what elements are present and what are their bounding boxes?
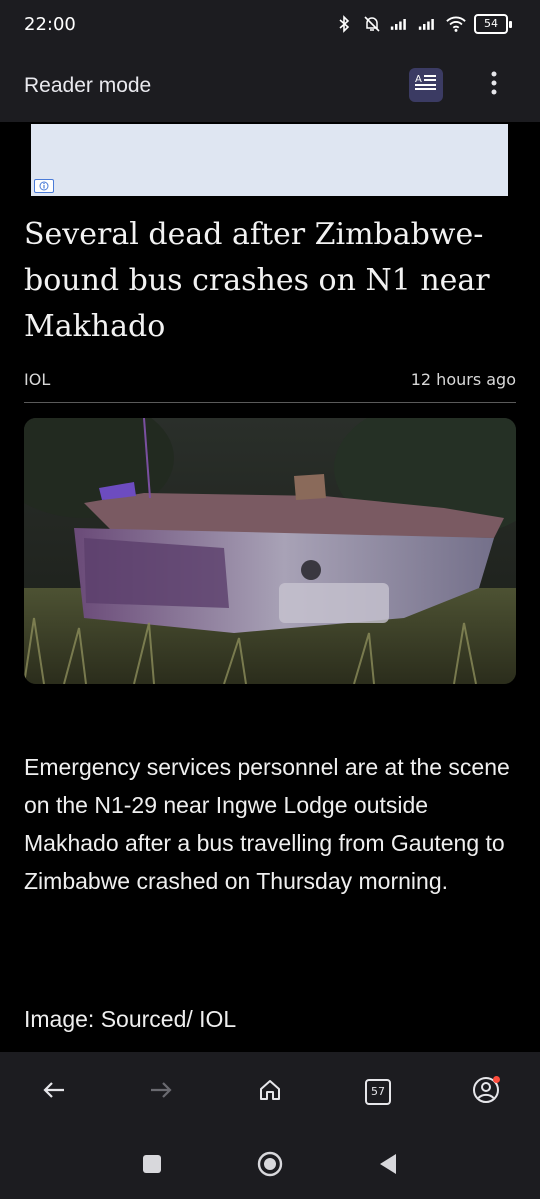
status-time: 22:00 xyxy=(24,14,76,35)
reader-mode-button[interactable]: A xyxy=(409,68,443,102)
article-content[interactable]: Several dead after Zimbabwe-bound bus cr… xyxy=(0,122,540,1052)
forward-button[interactable] xyxy=(143,1074,179,1110)
bottom-toolbar: 57 xyxy=(0,1052,540,1132)
recents-icon xyxy=(142,1154,162,1178)
home-circle-icon xyxy=(257,1151,283,1181)
ad-banner[interactable] xyxy=(31,124,508,196)
divider xyxy=(24,402,516,403)
article-source: IOL xyxy=(24,370,51,389)
article-paragraph: Emergency services personnel are at the … xyxy=(24,754,510,894)
system-home-button[interactable] xyxy=(257,1151,283,1181)
system-back-button[interactable] xyxy=(376,1154,400,1178)
notification-dot xyxy=(493,1076,500,1083)
recents-button[interactable] xyxy=(140,1154,164,1178)
image-caption: Image: Sourced/ IOL xyxy=(24,1006,237,1032)
status-icons: 54 xyxy=(334,14,512,34)
article-time: 12 hours ago xyxy=(410,370,516,389)
forward-icon xyxy=(149,1080,173,1104)
svg-text:A: A xyxy=(415,74,422,85)
bluetooth-icon xyxy=(334,14,354,34)
tabs-button[interactable]: 57 xyxy=(360,1074,396,1110)
tabs-icon: 57 xyxy=(365,1079,391,1105)
system-navigation-bar xyxy=(0,1132,540,1199)
ad-info-icon[interactable] xyxy=(34,179,54,193)
battery-icon: 54 xyxy=(474,14,512,34)
signal-icon xyxy=(390,14,410,34)
silent-icon xyxy=(362,14,382,34)
app-bar-title: Reader mode xyxy=(24,74,152,97)
back-triangle-icon xyxy=(378,1153,398,1179)
home-button[interactable] xyxy=(252,1074,288,1110)
status-bar: 22:00 54 xyxy=(0,0,540,52)
battery-level: 54 xyxy=(474,14,508,34)
account-button[interactable] xyxy=(468,1074,504,1110)
wifi-icon xyxy=(446,14,466,34)
app-bar: Reader mode A xyxy=(0,52,540,122)
article-headline: Several dead after Zimbabwe-bound bus cr… xyxy=(24,217,490,344)
more-options-button[interactable] xyxy=(482,68,506,102)
signal-icon xyxy=(418,14,438,34)
reader-mode-icon: A xyxy=(414,72,438,98)
back-icon xyxy=(42,1080,66,1104)
back-button[interactable] xyxy=(36,1074,72,1110)
more-vert-icon xyxy=(491,71,497,99)
home-icon xyxy=(258,1078,282,1106)
article-photo xyxy=(24,418,516,684)
